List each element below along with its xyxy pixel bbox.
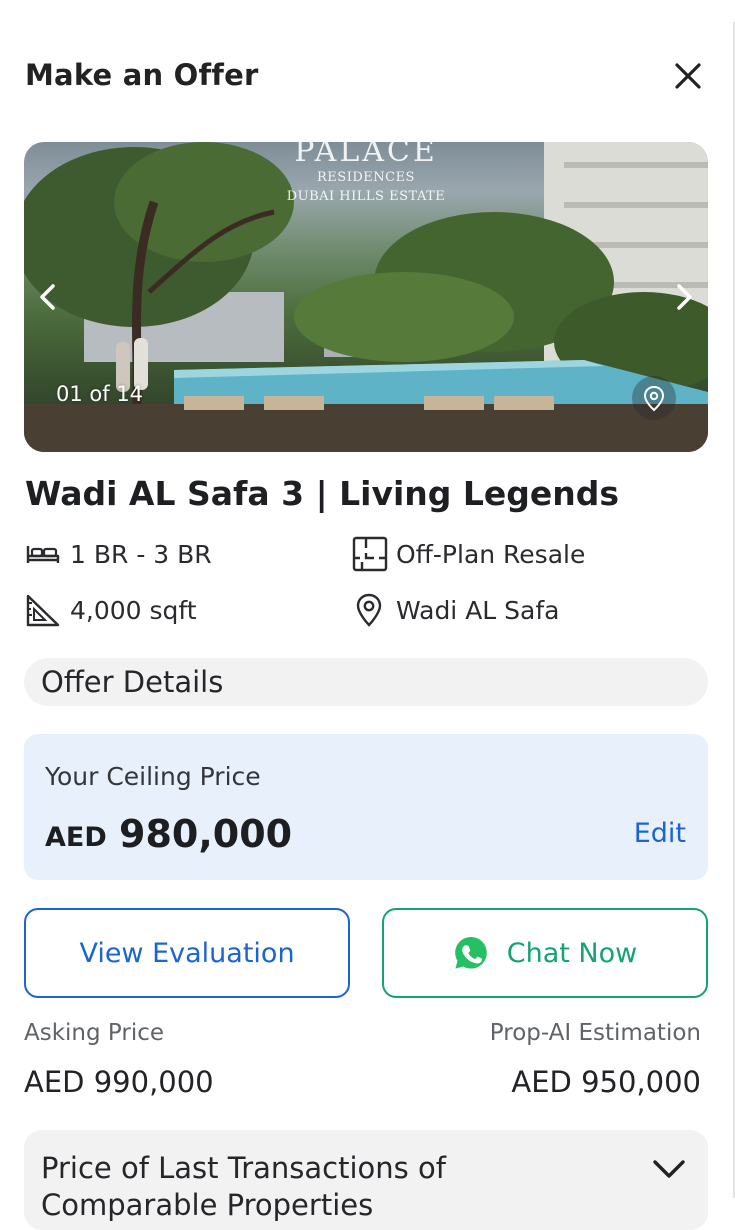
close-button[interactable] <box>671 58 705 94</box>
location-pin-icon <box>643 385 665 412</box>
modal-title: Make an Offer <box>25 58 259 92</box>
ceiling-price-currency: AED <box>45 822 107 853</box>
modal-header: Make an Offer <box>25 58 705 98</box>
chat-now-button[interactable]: Chat Now <box>382 908 708 998</box>
floor-plan-icon <box>352 536 388 572</box>
whatsapp-icon <box>454 937 487 969</box>
location-feature: Wadi AL Safa <box>350 592 560 628</box>
last-transactions-accordion[interactable]: Price of Last Transactions of Comparable… <box>24 1130 708 1230</box>
location-value: Wadi AL Safa <box>396 595 560 625</box>
area-feature: 4,000 sqft <box>24 592 197 628</box>
brand-subtitle-1: RESIDENCES <box>317 170 415 185</box>
location-pin-icon <box>356 593 382 627</box>
next-image-button[interactable] <box>666 279 702 315</box>
estimation-label: Prop-AI Estimation <box>489 1020 701 1046</box>
brand-subtitle-2: DUBAI HILLS ESTATE <box>286 189 446 204</box>
offer-details-title: Offer Details <box>41 665 224 699</box>
view-evaluation-button[interactable]: View Evaluation <box>24 908 350 998</box>
brand-name: PALACE <box>294 142 438 169</box>
last-transactions-title: Price of Last Transactions of Comparable… <box>41 1151 446 1222</box>
chat-now-label: Chat Now <box>506 937 638 969</box>
ceiling-price-card: Your Ceiling Price AED 980,000 Edit <box>24 734 708 880</box>
bed-icon <box>26 546 60 563</box>
estimation-value: AED 950,000 <box>511 1065 701 1099</box>
asking-price-label: Asking Price <box>24 1020 165 1046</box>
previous-image-button[interactable] <box>30 279 66 315</box>
listing-title: Wadi AL Safa 3 | Living Legends <box>25 474 620 513</box>
chevron-down-icon <box>653 1160 685 1178</box>
set-square-icon <box>26 594 60 627</box>
property-type-feature: Off-Plan Resale <box>350 536 585 572</box>
chevron-left-icon <box>40 284 55 310</box>
map-location-button[interactable] <box>632 376 676 420</box>
area-value: 4,000 sqft <box>70 595 197 625</box>
ceiling-price-amount: 980,000 <box>119 812 293 856</box>
offer-details-header: Offer Details <box>24 658 708 706</box>
chevron-right-icon <box>677 284 692 310</box>
view-evaluation-label: View Evaluation <box>79 937 295 969</box>
asking-price-value: AED 990,000 <box>24 1065 214 1099</box>
property-type-value: Off-Plan Resale <box>396 539 586 569</box>
brand-watermark: PALACE RESIDENCES DUBAI HILLS ESTATE <box>24 142 708 206</box>
close-icon <box>675 63 701 89</box>
ceiling-price-label: Your Ceiling Price <box>45 762 261 791</box>
property-image-gallery[interactable]: PALACE RESIDENCES DUBAI HILLS ESTATE 01 … <box>24 142 708 452</box>
bedrooms-value: 1 BR - 3 BR <box>70 539 212 569</box>
bedrooms-feature: 1 BR - 3 BR <box>24 536 212 572</box>
image-counter: 01 of 14 <box>56 382 144 406</box>
edit-ceiling-price-link[interactable]: Edit <box>634 818 686 849</box>
